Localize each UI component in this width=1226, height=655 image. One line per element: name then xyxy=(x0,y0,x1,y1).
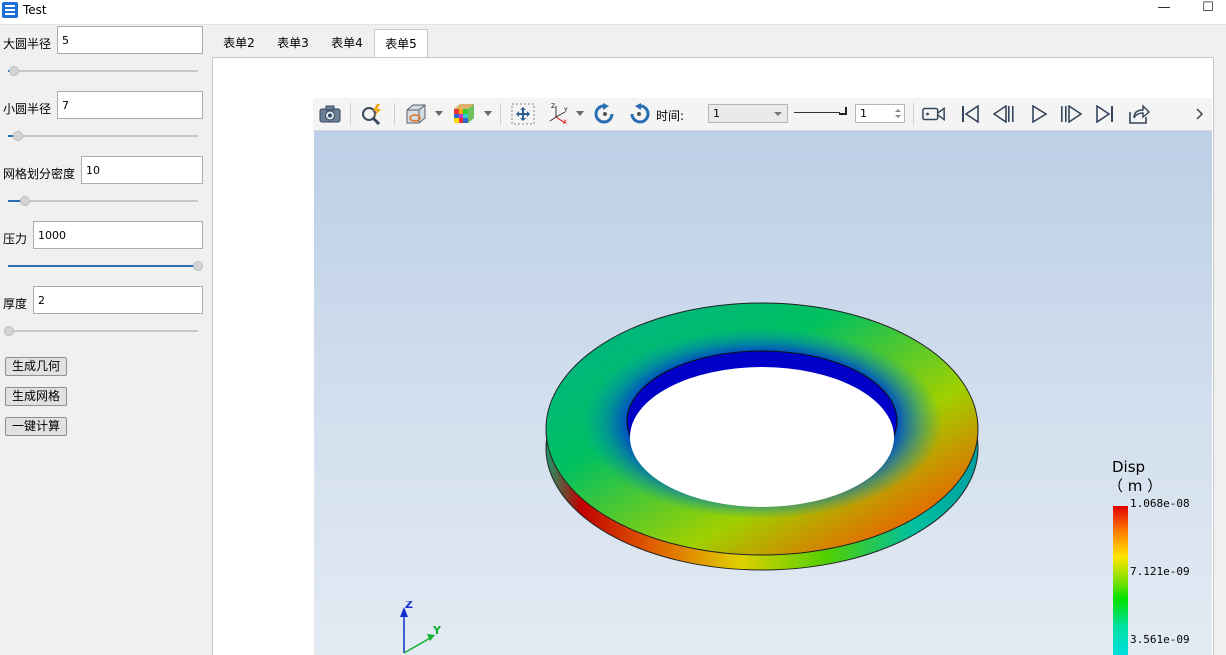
axis-y-label: Y xyxy=(432,624,442,637)
slider-thumb[interactable] xyxy=(8,66,19,76)
slider-thumb[interactable] xyxy=(12,131,23,141)
box-icon[interactable] xyxy=(404,102,428,126)
axes-icon[interactable]: Z YX xyxy=(547,102,571,126)
legend-unit: （ m ） xyxy=(1108,477,1163,495)
3d-viewport[interactable]: Z Y Disp （ m ） 1.068e-08 7.121e-09 3.561… xyxy=(314,131,1212,655)
minimize-button[interactable]: — xyxy=(1142,0,1186,18)
rotate-left-icon[interactable] xyxy=(593,102,617,126)
pressure-label: 压力 xyxy=(3,232,28,246)
axis-z-label: Z xyxy=(405,601,413,611)
color-cube-icon[interactable] xyxy=(452,102,476,126)
ring-model[interactable] xyxy=(314,131,1212,655)
camera-icon[interactable] xyxy=(318,102,342,126)
axes-triad: Z Y xyxy=(400,601,442,654)
tab-form4[interactable]: 表单4 xyxy=(320,29,374,57)
mesh-density-input[interactable] xyxy=(81,156,203,184)
video-camera-icon[interactable] xyxy=(922,102,946,126)
slider-thumb[interactable] xyxy=(4,326,14,336)
first-frame-icon[interactable] xyxy=(958,102,982,126)
generate-mesh-button[interactable]: 生成网格 xyxy=(5,387,68,406)
time-select-value: 1 xyxy=(713,107,720,120)
svg-text:Z: Z xyxy=(551,103,555,110)
play-icon[interactable] xyxy=(1027,102,1051,126)
thickness-input[interactable] xyxy=(33,286,203,314)
mesh-density-slider[interactable] xyxy=(8,195,200,207)
pressure-slider[interactable] xyxy=(8,260,203,272)
frame-spinbox-value: 1 xyxy=(860,107,867,120)
next-frame-icon[interactable] xyxy=(1059,102,1083,126)
window-title: Test xyxy=(23,3,47,17)
toolbar-extension-icon[interactable] xyxy=(1193,102,1207,126)
chevron-down-icon xyxy=(774,112,782,116)
big-radius-slider[interactable] xyxy=(8,65,200,77)
rotate-right-icon[interactable] xyxy=(627,102,651,126)
time-slider[interactable] xyxy=(794,112,840,113)
spin-down-icon[interactable] xyxy=(895,115,901,118)
time-slider-handle[interactable] xyxy=(839,107,847,115)
big-radius-input[interactable] xyxy=(57,26,203,54)
slider-thumb[interactable] xyxy=(193,261,203,271)
viewer-toolbar: Z YX 时间: 1 1 xyxy=(313,98,1212,131)
move-icon[interactable] xyxy=(511,102,535,126)
legend-colorbar xyxy=(1113,506,1128,655)
export-icon[interactable] xyxy=(1127,102,1151,126)
spin-up-icon[interactable] xyxy=(895,109,901,112)
small-radius-label: 小圆半径 xyxy=(3,102,52,116)
prev-frame-icon[interactable] xyxy=(992,102,1016,126)
svg-text:X: X xyxy=(563,119,567,125)
small-radius-input[interactable] xyxy=(57,91,203,119)
slider-thumb[interactable] xyxy=(20,196,31,206)
generate-geometry-button[interactable]: 生成几何 xyxy=(5,357,68,376)
legend-max-label: 1.068e-08 xyxy=(1130,497,1190,510)
thickness-slider[interactable] xyxy=(4,325,200,337)
time-select[interactable]: 1 xyxy=(708,104,788,123)
time-label: 时间: xyxy=(656,109,685,123)
tab-form3[interactable]: 表单3 xyxy=(266,29,320,57)
legend-low-label: 3.561e-09 xyxy=(1130,633,1190,646)
maximize-button[interactable]: ☐ xyxy=(1186,0,1226,18)
legend-title: Disp xyxy=(1112,458,1146,476)
app-icon xyxy=(2,2,18,18)
big-radius-label: 大圆半径 xyxy=(3,37,52,51)
zoom-icon[interactable] xyxy=(360,102,384,126)
tab-form2[interactable]: 表单2 xyxy=(212,29,266,57)
frame-spinbox[interactable]: 1 xyxy=(855,104,905,123)
legend-mid-label: 7.121e-09 xyxy=(1130,565,1190,578)
parameter-panel: 大圆半径 小圆半径 网格划分密度 压力 厚度 生成几何 生成网格 一键计算 xyxy=(0,25,210,655)
last-frame-icon[interactable] xyxy=(1093,102,1117,126)
compute-button[interactable]: 一键计算 xyxy=(5,417,68,436)
title-bar: Test — ☐ xyxy=(0,0,1226,25)
pressure-input[interactable] xyxy=(33,221,203,249)
small-radius-slider[interactable] xyxy=(8,130,200,142)
tab-form5[interactable]: 表单5 xyxy=(374,29,428,58)
svg-text:Y: Y xyxy=(563,107,568,114)
mesh-density-label: 网格划分密度 xyxy=(3,167,76,181)
thickness-label: 厚度 xyxy=(3,297,28,311)
